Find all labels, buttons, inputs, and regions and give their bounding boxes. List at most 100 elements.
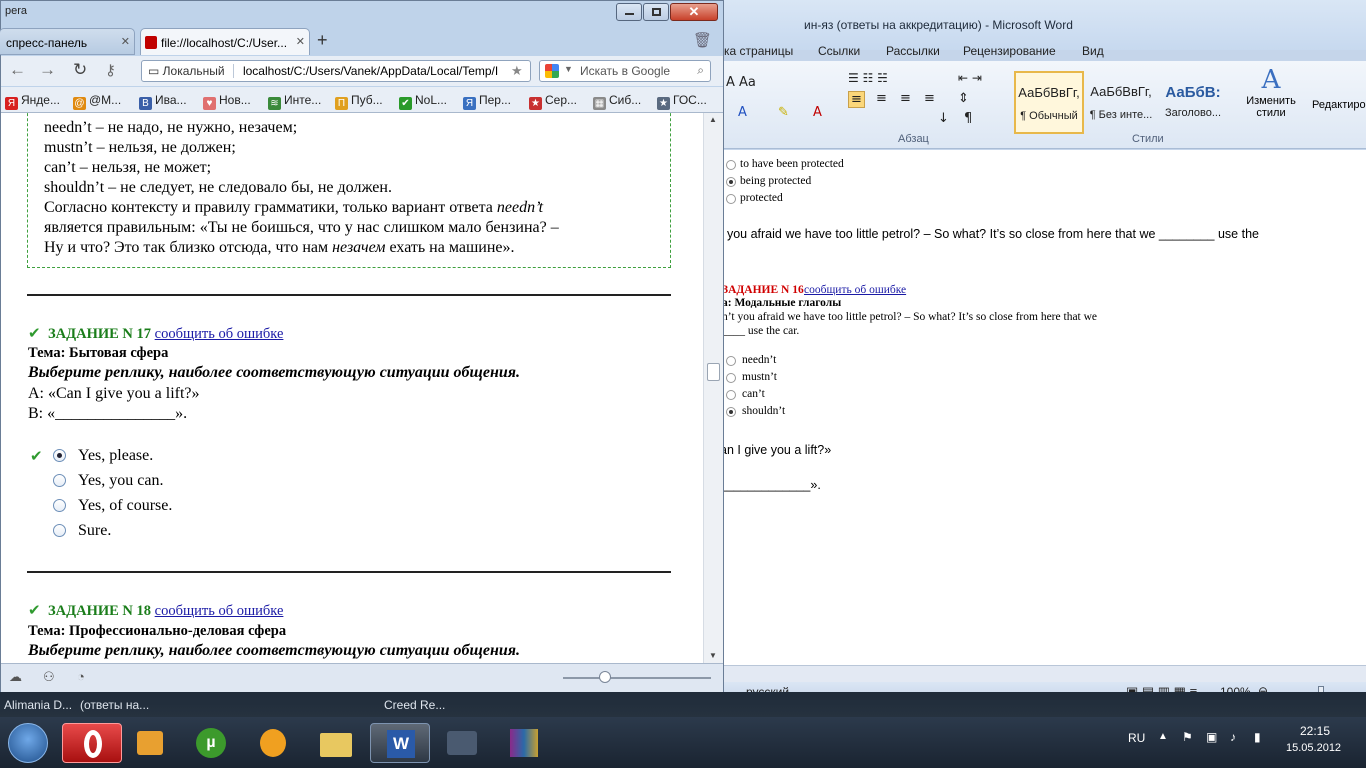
scroll-thumb[interactable] [707,363,720,381]
maximize-button[interactable] [643,3,669,21]
scroll-down-icon[interactable]: ▼ [709,651,717,660]
share-icon[interactable]: ⚇ [43,669,55,685]
justify-icon[interactable]: ≡ [924,91,935,106]
align-left-icon[interactable]: ≡ [848,91,865,108]
explanation-line: can’t – нельзя, не может; [44,159,212,176]
zoom-slider[interactable] [563,677,711,679]
page-scrollbar[interactable]: ▲ ▼ [703,113,723,663]
signal-icon[interactable]: ▮ [1254,730,1261,744]
tab-view[interactable]: Вид [1082,44,1104,58]
utorrent-icon[interactable]: µ [182,723,242,763]
url-text: localhost/C:/Users/Vanek/AppData/Local/T… [242,64,499,78]
address-bar[interactable]: ▭ Локальный localhost/C:/Users/Vanek/App… [141,60,531,82]
doc-task-link[interactable]: сообщить об ошибке [804,284,906,296]
answer-radio[interactable] [53,474,66,487]
volume-icon[interactable]: ♪ [1230,730,1236,744]
line-spacing-icon[interactable]: ⇕ [958,91,969,106]
tab-mailings[interactable]: Рассылки [886,44,940,58]
answer-option[interactable]: Yes, please. [78,447,153,465]
indent-icon[interactable]: ⇤ ⇥ [958,71,982,85]
bookmark-item[interactable]: П Пуб... [335,93,383,110]
answer-radio[interactable] [53,524,66,537]
chevron-down-icon[interactable]: ▼ [564,64,573,74]
bookmark-item[interactable]: @ @M... [73,93,121,110]
close-tab-icon[interactable]: ✕ [121,35,130,48]
report-error-link[interactable]: сообщить об ошибке [155,326,284,342]
language-indicator[interactable]: RU [1128,731,1145,745]
trash-icon[interactable]: 🗑 [693,31,712,49]
editing-label[interactable]: Редактиро [1312,99,1366,111]
bookmark-item[interactable]: ★ Сер... [529,93,577,110]
answer-radio[interactable] [53,449,66,462]
flag-icon[interactable]: ⚑ [1182,730,1193,744]
answer-option[interactable]: Yes, of course. [78,497,172,515]
style-heading[interactable]: АаБбВ: Заголово... [1158,71,1228,134]
tab-speed-dial[interactable]: спресс-панель ✕ [0,28,135,55]
start-button[interactable] [8,723,48,763]
bookmark-item[interactable]: Я Янде... [5,93,60,110]
pilcrow-icon[interactable]: ¶ [964,111,972,126]
browser-titlebar: pera ✕ [1,1,723,31]
bookmark-item[interactable]: ✔ NoL... [399,93,447,110]
local-label: Локальный [162,64,225,78]
media-player-icon[interactable] [120,723,180,763]
align-right-icon[interactable]: ≡ [900,91,911,106]
word-taskbar-icon[interactable]: W [370,723,430,763]
paint-icon[interactable] [244,723,304,763]
security-badge[interactable]: ▭ Локальный [148,64,234,78]
bullets-icon[interactable]: ☰ ☷ ☵ [848,71,888,85]
opera-taskbar-icon[interactable] [62,723,122,763]
report-error-link[interactable]: сообщить об ошибке [155,603,284,619]
bookmark-item[interactable]: ♥ Нов... [203,93,251,110]
new-tab-icon[interactable]: + [317,30,328,51]
font-grow-icon[interactable]: A Aa [726,75,756,90]
winrar-icon[interactable] [494,723,554,763]
key-icon[interactable]: ⚷ [105,61,116,79]
style-normal[interactable]: АаБбВвГг, ¶ Обычный [1014,71,1084,134]
taskbar-item[interactable]: (ответы на... [80,698,149,712]
reload-icon[interactable]: ↻ [73,60,87,80]
align-center-icon[interactable]: ≡ [876,91,887,106]
taskbar-item[interactable]: Alimania D... [4,698,72,712]
forward-icon[interactable]: → [39,60,56,80]
tab-page-layout[interactable]: ка страницы [724,44,793,58]
font-color-icon[interactable]: A [813,105,822,120]
clock-date[interactable]: 15.05.2012 [1286,742,1341,754]
bookmark-item[interactable]: ≋ Инте... [268,93,321,110]
cloud-icon[interactable]: ☁ [9,669,22,685]
back-icon[interactable]: ← [9,60,26,80]
minimize-button[interactable] [616,3,642,21]
explorer-icon[interactable] [306,723,366,763]
bookmark-item[interactable]: B Ива... [139,93,187,110]
bookmark-item[interactable]: ▦ Сиб... [593,93,641,110]
close-tab-icon[interactable]: ✕ [296,35,305,48]
bookmark-star-icon[interactable]: ★ [511,63,523,79]
tab-references[interactable]: Ссылки [818,44,860,58]
style-name: Заголово... [1164,107,1222,119]
tab-review[interactable]: Рецензирование [963,44,1056,58]
search-icon[interactable]: ⌕ [697,63,704,78]
doc-option: protected [740,192,783,204]
tray-expand-icon[interactable]: ▲ [1158,731,1168,742]
close-button[interactable]: ✕ [670,3,718,21]
tab-file-local[interactable]: file://localhost/C:/User... ✕ [140,28,310,55]
answer-option[interactable]: Sure. [78,522,111,540]
word-horizontal-scrollbar[interactable] [718,665,1366,682]
answer-radio[interactable] [53,499,66,512]
zoom-slider-thumb[interactable] [599,671,611,683]
video-converter-icon[interactable] [432,723,492,763]
highlight-icon[interactable]: ✎ [778,105,789,120]
answer-option[interactable]: Yes, you can. [78,472,163,490]
text-effects-icon[interactable]: A [738,105,747,120]
bookmark-item[interactable]: Я Пер... [463,93,511,110]
network-icon[interactable]: ▣ [1206,730,1217,744]
sort-icon[interactable]: ↓ [938,111,949,126]
bookmark-item[interactable]: ★ ГОС... [657,93,707,110]
clock-time[interactable]: 22:15 [1300,724,1330,738]
speedometer-icon[interactable]: ◔ [77,669,85,684]
taskbar-item[interactable]: Creed Re... [384,698,445,712]
style-no-spacing[interactable]: АаБбВвГг, ¶ Без инте... [1086,71,1156,134]
scroll-up-icon[interactable]: ▲ [709,115,717,124]
change-styles-button[interactable]: A Изменить стили [1242,65,1300,135]
search-field[interactable]: ▼ Искать в Google ⌕ [539,60,711,82]
